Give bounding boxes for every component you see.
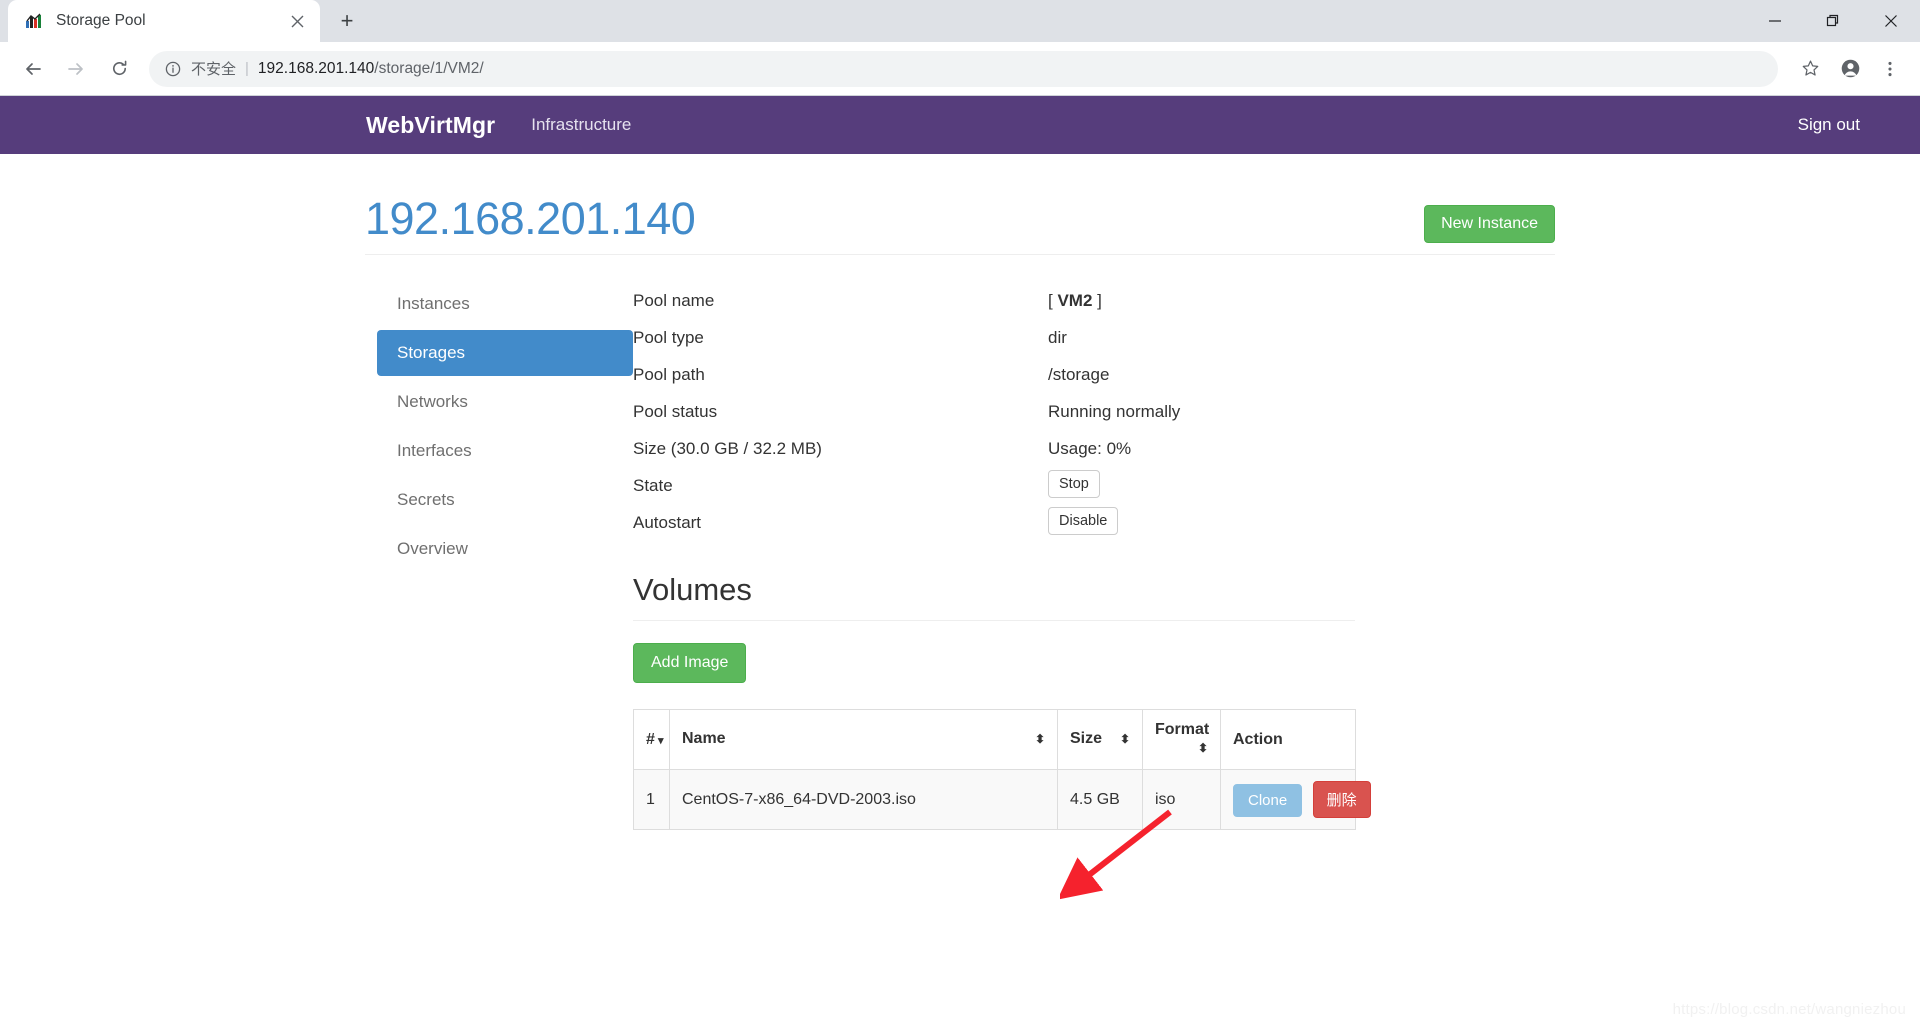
volumes-table-head: # ▾ Name ⬍ Size ⬍ Format ⬍ Action xyxy=(633,709,1356,770)
pool-status-label: Pool status xyxy=(633,402,718,421)
pool-detail-row: Size (30.0 GB / 32.2 MB) Usage: 0% xyxy=(633,431,1555,468)
pool-detail-row: Pool type dir xyxy=(633,320,1555,357)
browser-toolbar: 不安全 | 192.168.201.140/storage/1/VM2/ xyxy=(0,42,1920,96)
new-instance-button[interactable]: New Instance xyxy=(1424,205,1555,243)
window-controls xyxy=(1746,0,1920,42)
cell-actions: Clone 删除 xyxy=(1220,769,1371,830)
window-close-icon[interactable] xyxy=(1862,0,1920,42)
pool-autostart-row: Autostart Disable xyxy=(633,505,1555,542)
clone-volume-button[interactable]: Clone xyxy=(1233,784,1303,817)
sidebar-item-storages[interactable]: Storages xyxy=(377,330,633,376)
caret-down-icon: ▾ xyxy=(654,734,664,747)
column-header-size-label: Size xyxy=(1070,730,1103,747)
app-brand[interactable]: WebVirtMgr xyxy=(366,112,495,139)
pool-state-label: State xyxy=(633,476,673,495)
browser-titlebar: Storage Pool + xyxy=(0,0,1920,42)
sidebar-item-interfaces[interactable]: Interfaces xyxy=(377,428,633,474)
url-host: 192.168.201.140 xyxy=(257,59,375,77)
app-navbar: WebVirtMgr Infrastructure Sign out xyxy=(0,96,1920,154)
sidebar-item-secrets[interactable]: Secrets xyxy=(377,477,633,523)
omnibox-separator: | xyxy=(245,60,249,77)
sort-updown-icon: ⬍ xyxy=(1119,732,1130,746)
back-arrow-icon[interactable] xyxy=(14,50,52,88)
main-container: 192.168.201.140 New Instance Instances S… xyxy=(365,154,1555,830)
column-header-name-label: Name xyxy=(682,730,726,747)
pool-name-text: VM2 xyxy=(1057,291,1093,310)
column-header-index[interactable]: # ▾ xyxy=(633,709,670,770)
volumes-table: # ▾ Name ⬍ Size ⬍ Format ⬍ Action 1 Cent… xyxy=(633,709,1371,830)
pool-size-label: Size (30.0 GB / 32.2 MB) xyxy=(633,439,822,458)
volumes-heading: Volumes xyxy=(633,572,752,607)
pool-detail-list: Pool name [ VM2 ] Pool type dir Pool pat… xyxy=(633,283,1555,542)
column-header-format[interactable]: Format ⬍ xyxy=(1142,709,1221,770)
sign-out-link[interactable]: Sign out xyxy=(1798,115,1860,134)
star-icon[interactable] xyxy=(1792,51,1828,87)
nav-link-infrastructure[interactable]: Infrastructure xyxy=(531,115,631,135)
browser-window: Storage Pool + 不安全 | 192.168.201.140/sto… xyxy=(0,0,1920,1030)
page-header: 192.168.201.140 New Instance xyxy=(365,154,1555,250)
pool-type-value: dir xyxy=(1048,328,1067,347)
column-header-name[interactable]: Name ⬍ xyxy=(669,709,1058,770)
cell-index: 1 xyxy=(633,769,670,830)
pool-detail-row: Pool name [ VM2 ] xyxy=(633,283,1555,320)
cell-format: iso xyxy=(1142,769,1221,830)
cell-size: 4.5 GB xyxy=(1057,769,1143,830)
pool-autostart-value: Disable xyxy=(1048,505,1119,535)
table-header-row: # ▾ Name ⬍ Size ⬍ Format ⬍ Action xyxy=(633,709,1356,770)
navbar-right: Sign out xyxy=(1798,115,1860,135)
sort-updown-icon: ⬍ xyxy=(1034,732,1045,746)
minimize-icon[interactable] xyxy=(1746,0,1804,42)
forward-arrow-icon xyxy=(57,50,95,88)
body-row: Instances Storages Networks Interfaces S… xyxy=(365,255,1555,830)
pool-usage-value: Usage: 0% xyxy=(1048,439,1132,458)
close-icon[interactable] xyxy=(286,10,308,32)
pool-name-label: Pool name xyxy=(633,291,715,310)
pool-detail-panel: Pool name [ VM2 ] Pool type dir Pool pat… xyxy=(633,281,1555,830)
cell-name: CentOS-7-x86_64-DVD-2003.iso xyxy=(669,769,1058,830)
pool-path-label: Pool path xyxy=(633,365,705,384)
sort-updown-icon: ⬍ xyxy=(1197,741,1208,755)
info-circle-icon[interactable] xyxy=(163,59,183,79)
pool-state-value: Stop xyxy=(1048,468,1100,498)
pool-status-value: Running normally xyxy=(1048,402,1181,421)
table-row: 1 CentOS-7-x86_64-DVD-2003.iso 4.5 GB is… xyxy=(633,769,1371,830)
volumes-divider xyxy=(633,620,1355,621)
account-avatar-icon[interactable] xyxy=(1832,51,1868,87)
sidebar-item-overview[interactable]: Overview xyxy=(377,526,633,572)
volumes-table-body: 1 CentOS-7-x86_64-DVD-2003.iso 4.5 GB is… xyxy=(633,769,1371,830)
column-header-action: Action xyxy=(1220,709,1356,770)
pool-detail-row: Pool status Running normally xyxy=(633,394,1555,431)
stop-pool-button[interactable]: Stop xyxy=(1048,470,1100,498)
app-favicon xyxy=(24,11,44,31)
url-path: /storage/1/VM2/ xyxy=(374,59,484,77)
sidebar-item-instances[interactable]: Instances xyxy=(377,281,633,327)
pool-type-label: Pool type xyxy=(633,328,704,347)
page-content: WebVirtMgr Infrastructure Sign out 192.1… xyxy=(0,96,1920,1030)
browser-tab[interactable]: Storage Pool xyxy=(8,0,320,42)
column-header-size[interactable]: Size ⬍ xyxy=(1057,709,1143,770)
pool-autostart-label: Autostart xyxy=(633,513,702,532)
pool-state-row: State Stop xyxy=(633,468,1555,505)
add-image-button[interactable]: Add Image xyxy=(633,643,747,683)
sidebar-nav: Instances Storages Networks Interfaces S… xyxy=(365,281,633,830)
new-tab-button[interactable]: + xyxy=(330,4,364,38)
three-dot-menu-icon[interactable] xyxy=(1872,51,1908,87)
pool-name-value: [ VM2 ] xyxy=(1048,291,1102,310)
maximize-icon[interactable] xyxy=(1804,0,1862,42)
disable-autostart-button[interactable]: Disable xyxy=(1048,507,1119,535)
pool-detail-row: Pool path /storage xyxy=(633,357,1555,394)
reload-icon[interactable] xyxy=(100,50,138,88)
address-bar[interactable]: 不安全 | 192.168.201.140/storage/1/VM2/ xyxy=(149,50,1778,87)
column-header-format-label: Format xyxy=(1155,721,1210,738)
browser-tab-title: Storage Pool xyxy=(56,12,146,29)
address-bar-url: 192.168.201.140/storage/1/VM2/ xyxy=(258,60,484,78)
column-header-index-label: # xyxy=(646,730,655,748)
security-label: 不安全 xyxy=(191,61,237,78)
page-title: 192.168.201.140 xyxy=(365,193,696,244)
watermark-text: https://blog.csdn.net/wangniezhou xyxy=(1672,1001,1906,1018)
delete-volume-button[interactable]: 删除 xyxy=(1312,781,1371,818)
sidebar-item-networks[interactable]: Networks xyxy=(377,379,633,425)
pool-path-value: /storage xyxy=(1048,365,1110,384)
